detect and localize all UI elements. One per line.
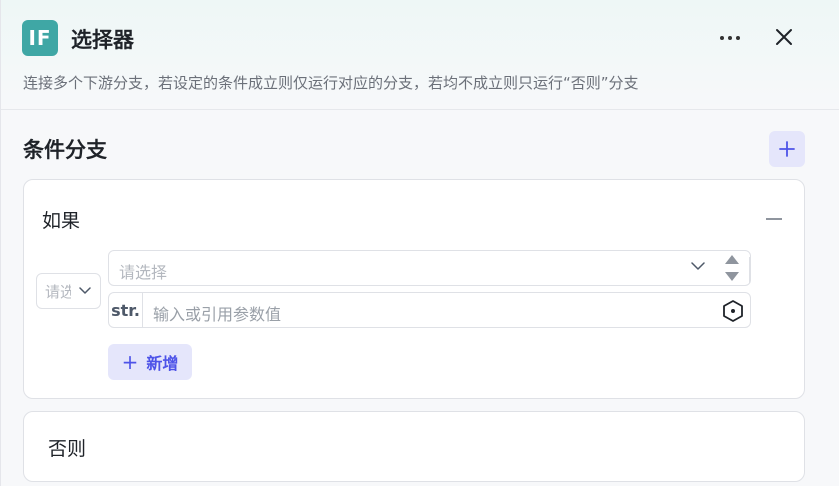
- field-select-placeholder: 请选择: [119, 263, 168, 282]
- logic-select-placeholder: 请选择: [45, 282, 71, 301]
- chevron-down-icon: [691, 262, 705, 270]
- close-icon: [776, 29, 792, 45]
- minus-icon[interactable]: [766, 218, 782, 220]
- add-condition-label: 新增: [146, 354, 179, 373]
- section-title: 条件分支: [23, 138, 107, 162]
- more-icon: [720, 36, 724, 40]
- value-type-tag[interactable]: str.: [109, 293, 143, 327]
- value-input-placeholder: 输入或引用参数值: [153, 305, 282, 324]
- condition-field-select[interactable]: 请选择: [108, 250, 751, 286]
- stepper-icon[interactable]: [723, 253, 750, 283]
- panel-description: 连接多个下游分支，若设定的条件成立则仅运行对应的分支，若均不成立则只运行“否则”…: [23, 74, 639, 92]
- condition-value-input[interactable]: str. 输入或引用参数值: [108, 292, 751, 328]
- close-button[interactable]: [769, 22, 799, 52]
- variable-reference-icon[interactable]: [721, 299, 745, 323]
- panel-header: IF 选择器 连接多个下游分支，若设定的条件成立则仅运行对应的分支，若均不成立则…: [1, 0, 839, 110]
- if-node-icon: IF: [22, 20, 58, 56]
- else-branch-label: 否则: [48, 438, 87, 460]
- plus-icon: [779, 141, 795, 157]
- else-branch-card: 否则: [23, 411, 805, 482]
- add-branch-button[interactable]: [769, 131, 805, 167]
- if-branch-card: 如果 请选择 请选择 str. 输入或引用参数值: [23, 179, 805, 399]
- more-options-button[interactable]: [713, 24, 747, 52]
- chevron-down-icon: [79, 287, 91, 294]
- if-branch-label: 如果: [42, 210, 81, 232]
- selector-node-panel: IF 选择器 连接多个下游分支，若设定的条件成立则仅运行对应的分支，若均不成立则…: [0, 0, 839, 486]
- add-condition-button[interactable]: + 新增: [108, 344, 192, 380]
- plus-icon: +: [121, 350, 139, 374]
- logic-operator-select[interactable]: 请选择: [36, 273, 101, 309]
- panel-title: 选择器: [71, 28, 134, 52]
